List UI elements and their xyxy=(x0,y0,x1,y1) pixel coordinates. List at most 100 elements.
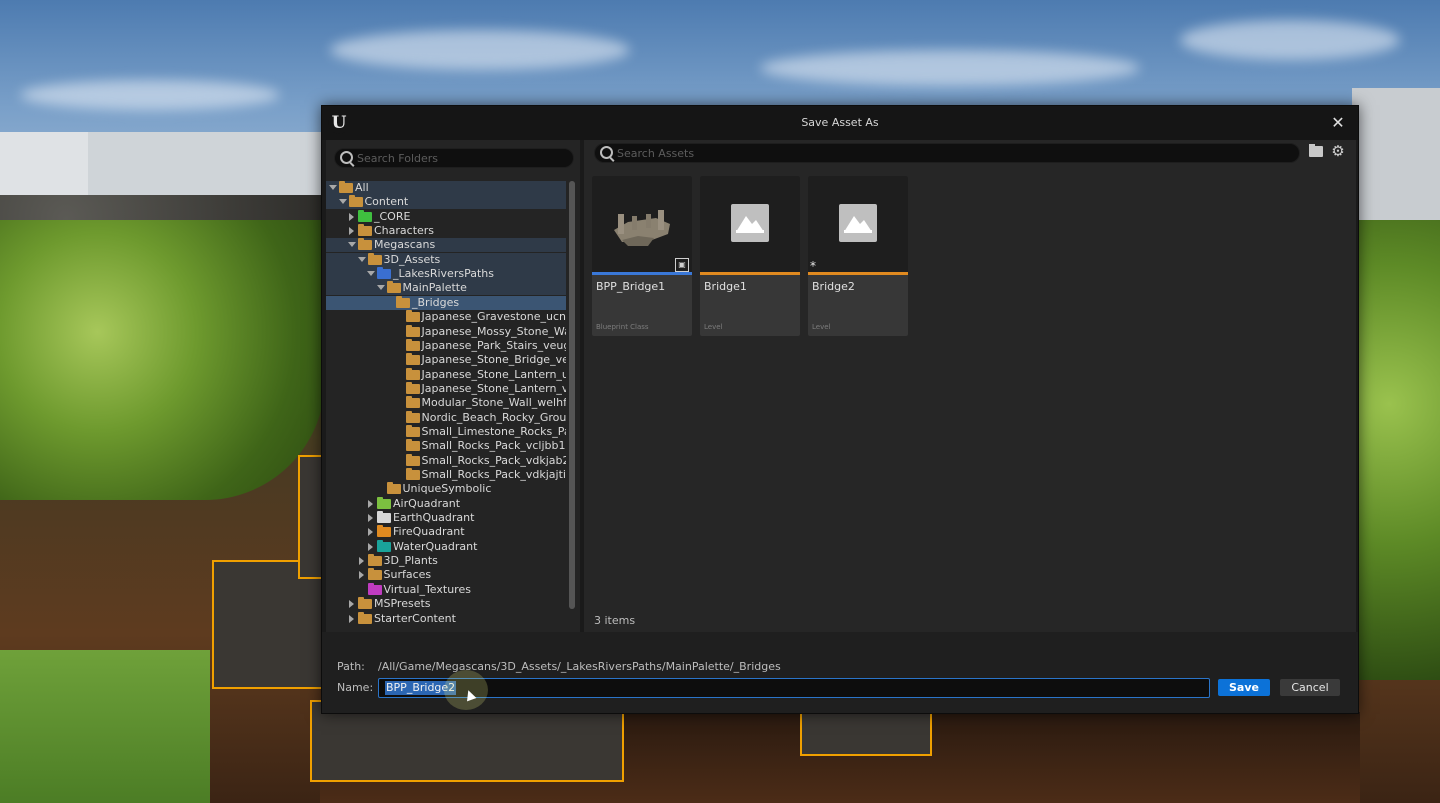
expand-arrow-right-icon[interactable] xyxy=(349,227,354,236)
asset-panel: ⚙ ▣ BPP_Bridge1 Blueprint Class xyxy=(584,140,1356,632)
search-folders-input[interactable] xyxy=(357,149,567,167)
cloud xyxy=(20,80,280,110)
folder-icon xyxy=(377,496,391,509)
folder-tree-item[interactable]: StarterContent xyxy=(326,611,566,626)
folder-tree-item[interactable]: Small_Rocks_Pack_vdkjab2iw xyxy=(326,453,566,468)
folder-tree-item[interactable]: All xyxy=(326,181,566,195)
expand-arrow-right-icon[interactable] xyxy=(358,571,364,580)
folder-tree-item[interactable]: FireQuadrant xyxy=(326,525,566,539)
folder-tree-item[interactable]: Japanese_Stone_Bridge_ve1h xyxy=(326,353,566,367)
selected-bridge-stone xyxy=(212,560,331,689)
expand-arrow-right-icon[interactable] xyxy=(368,542,373,551)
name-label: Name: xyxy=(337,681,374,694)
wall xyxy=(0,132,88,204)
folder-tree-item[interactable]: Japanese_Gravestone_ucnocf xyxy=(326,310,566,324)
expand-arrow-down-icon[interactable] xyxy=(348,242,356,248)
save-button[interactable]: Save xyxy=(1218,679,1270,696)
save-asset-dialog: U Save Asset As ✕ AllContent_CORECharact… xyxy=(321,105,1359,714)
expand-arrow-right-icon[interactable] xyxy=(368,514,373,523)
folder-tree-item[interactable]: 3D_Plants xyxy=(326,554,566,568)
expand-arrow-right-icon[interactable] xyxy=(349,614,354,623)
folder-tree-item[interactable]: WaterQuadrant xyxy=(326,539,566,554)
folder-label: EarthQuadrant xyxy=(393,511,475,525)
folder-tree-item[interactable]: Japanese_Mossy_Stone_Wall_ xyxy=(326,324,567,339)
folder-tree-item[interactable]: EarthQuadrant xyxy=(326,511,566,525)
folder-tree-item[interactable]: Japanese_Stone_Lantern_ven xyxy=(326,381,566,396)
new-folder-icon[interactable] xyxy=(1309,144,1323,157)
folder-icon xyxy=(405,410,420,423)
wall xyxy=(1352,88,1440,228)
folder-label: Small_Rocks_Pack_vcljbb1iw xyxy=(421,439,567,453)
asset-tile-bridge1[interactable]: Bridge1 Level xyxy=(700,176,800,336)
folder-label: 3D_Assets xyxy=(383,252,441,266)
title-bar[interactable]: U Save Asset As ✕ xyxy=(322,106,1358,140)
folder-tree-item[interactable]: MainPalette xyxy=(326,281,566,296)
folder-tree-item[interactable]: AirQuadrant xyxy=(326,496,566,511)
folder-icon xyxy=(405,338,420,351)
folder-tree-item[interactable]: Nordic_Beach_Rocky_Ground_ xyxy=(326,410,566,425)
expand-arrow-right-icon[interactable] xyxy=(368,528,373,537)
hedge xyxy=(1355,220,1440,680)
folder-icon xyxy=(386,281,401,294)
folder-label: Small_Rocks_Pack_vdkjajtiw xyxy=(421,468,567,481)
folder-tree-item[interactable]: Surfaces xyxy=(326,568,566,582)
folder-tree-item[interactable]: Japanese_Park_Stairs_veugc xyxy=(326,338,566,353)
asset-tile-bridge2[interactable]: * Bridge2 Level xyxy=(808,176,908,336)
items-count: 3 items xyxy=(594,614,636,627)
cancel-button[interactable]: Cancel xyxy=(1280,679,1340,696)
folder-panel: AllContent_CORECharactersMegascans3D_Ass… xyxy=(326,140,580,632)
asset-thumbnail: ▣ xyxy=(592,176,692,272)
expand-arrow-down-icon[interactable] xyxy=(376,285,385,291)
folder-tree-item[interactable]: _CORE xyxy=(326,209,566,224)
folder-label: Japanese_Stone_Bridge_ve1h xyxy=(421,353,567,367)
search-folders-box[interactable] xyxy=(334,148,574,168)
save-footer: Path: /All/Game/Megascans/3D_Assets/_Lak… xyxy=(322,632,1358,713)
level-icon xyxy=(731,204,769,242)
folder-tree-item[interactable]: Small_Limestone_Rocks_Pack xyxy=(326,424,566,439)
folder-tree-item[interactable]: _LakesRiversPaths xyxy=(326,267,566,282)
folder-tree-item[interactable]: Virtual_Textures xyxy=(326,582,566,597)
folder-icon xyxy=(358,224,372,237)
folder-label: Japanese_Gravestone_ucnocf xyxy=(421,310,567,324)
expand-arrow-right-icon[interactable] xyxy=(349,600,354,609)
folder-tree-item[interactable]: Characters xyxy=(326,224,566,238)
asset-name-field[interactable]: BPP_Bridge2 xyxy=(378,678,1210,698)
close-icon[interactable]: ✕ xyxy=(1328,113,1348,133)
asset-thumbnail xyxy=(700,176,800,272)
folder-label: WaterQuadrant xyxy=(393,539,478,553)
folder-label: All xyxy=(355,181,369,194)
expand-arrow-right-icon[interactable] xyxy=(368,499,373,508)
asset-type: Level xyxy=(704,323,723,331)
folder-tree-item[interactable]: Small_Rocks_Pack_vdkjajtiw xyxy=(326,468,566,482)
folder-tree-item[interactable]: Small_Rocks_Pack_vcljbb1iw xyxy=(326,439,566,453)
scrollbar-thumb[interactable] xyxy=(569,181,575,609)
asset-name: Bridge1 xyxy=(704,280,747,293)
expand-arrow-down-icon[interactable] xyxy=(329,185,337,190)
expand-arrow-down-icon[interactable] xyxy=(338,199,347,205)
folder-tree-item[interactable]: MSPresets xyxy=(326,597,566,611)
expand-arrow-right-icon[interactable] xyxy=(349,212,354,221)
expand-arrow-right-icon[interactable] xyxy=(358,557,364,566)
folder-tree-item[interactable]: _Bridges xyxy=(326,295,566,310)
folder-tree: All Content _CORE Characters Megascans 3D_Ass… xyxy=(326,181,566,631)
search-assets-box[interactable] xyxy=(594,143,1300,163)
expand-arrow-down-icon[interactable] xyxy=(367,271,375,277)
folder-tree-item[interactable]: Megascans xyxy=(326,238,566,253)
folder-scrollbar[interactable] xyxy=(569,181,575,609)
folder-tree-item[interactable]: Modular_Stone_Wall_welhfhld xyxy=(326,396,566,410)
folder-tree-item[interactable]: 3D_Assets xyxy=(326,252,566,267)
folder-tree-item[interactable]: Japanese_Stone_Lantern_ufok xyxy=(326,367,566,382)
folder-icon xyxy=(377,525,391,538)
settings-gear-icon[interactable]: ⚙ xyxy=(1330,143,1346,159)
search-assets-input[interactable] xyxy=(617,144,1297,162)
asset-tile-bpp-bridge1[interactable]: ▣ BPP_Bridge1 Blueprint Class xyxy=(592,176,692,336)
search-icon xyxy=(600,146,613,159)
folder-tree-item[interactable]: UniqueSymbolic xyxy=(326,482,566,496)
asset-thumbnail: * xyxy=(808,176,908,272)
folder-label: AirQuadrant xyxy=(393,496,461,510)
asset-type-bar xyxy=(808,272,908,275)
hedge xyxy=(0,220,325,500)
expand-arrow-down-icon[interactable] xyxy=(357,256,366,262)
folder-label: Japanese_Mossy_Stone_Wall_ xyxy=(421,324,567,338)
folder-tree-item[interactable]: Content xyxy=(326,195,566,210)
